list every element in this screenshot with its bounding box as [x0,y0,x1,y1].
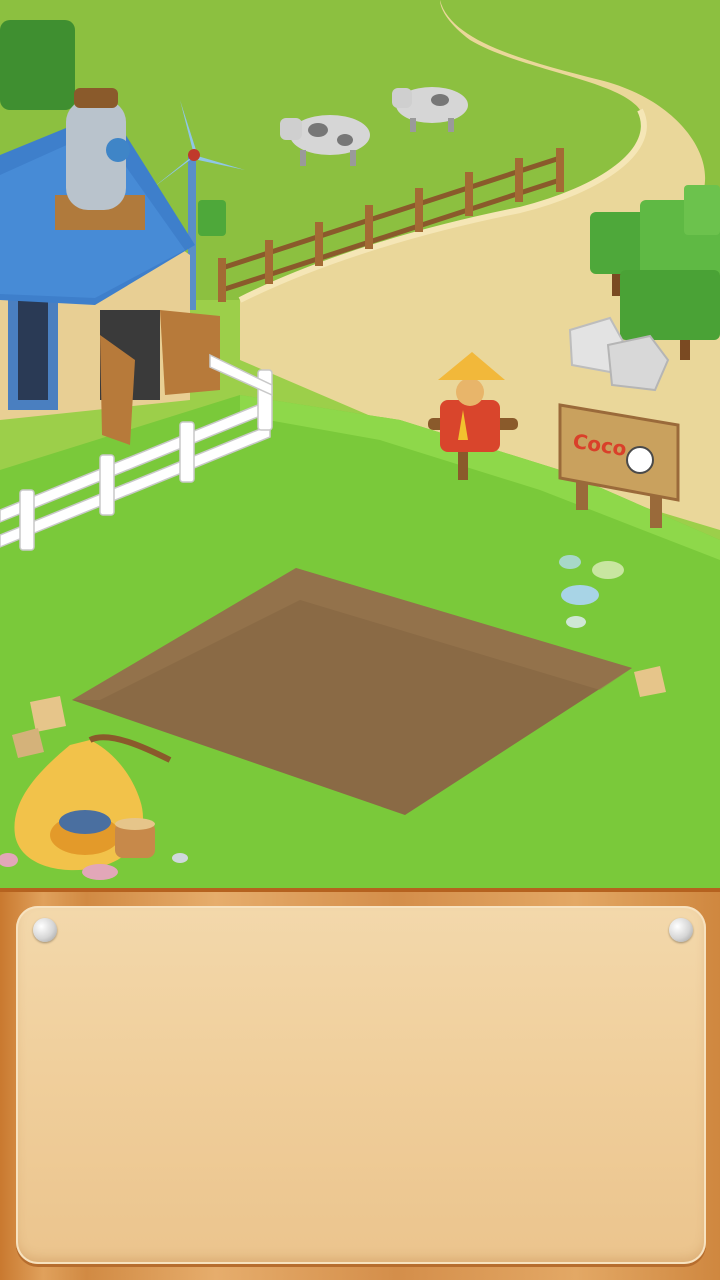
game-screen: Coco [0,0,720,1280]
bush-small [198,200,226,236]
pin-icon [33,918,57,942]
farm-scene: Coco [0,0,720,890]
bush [0,20,75,110]
pin-icon [669,918,693,942]
wooden-board-panel [16,906,706,1264]
